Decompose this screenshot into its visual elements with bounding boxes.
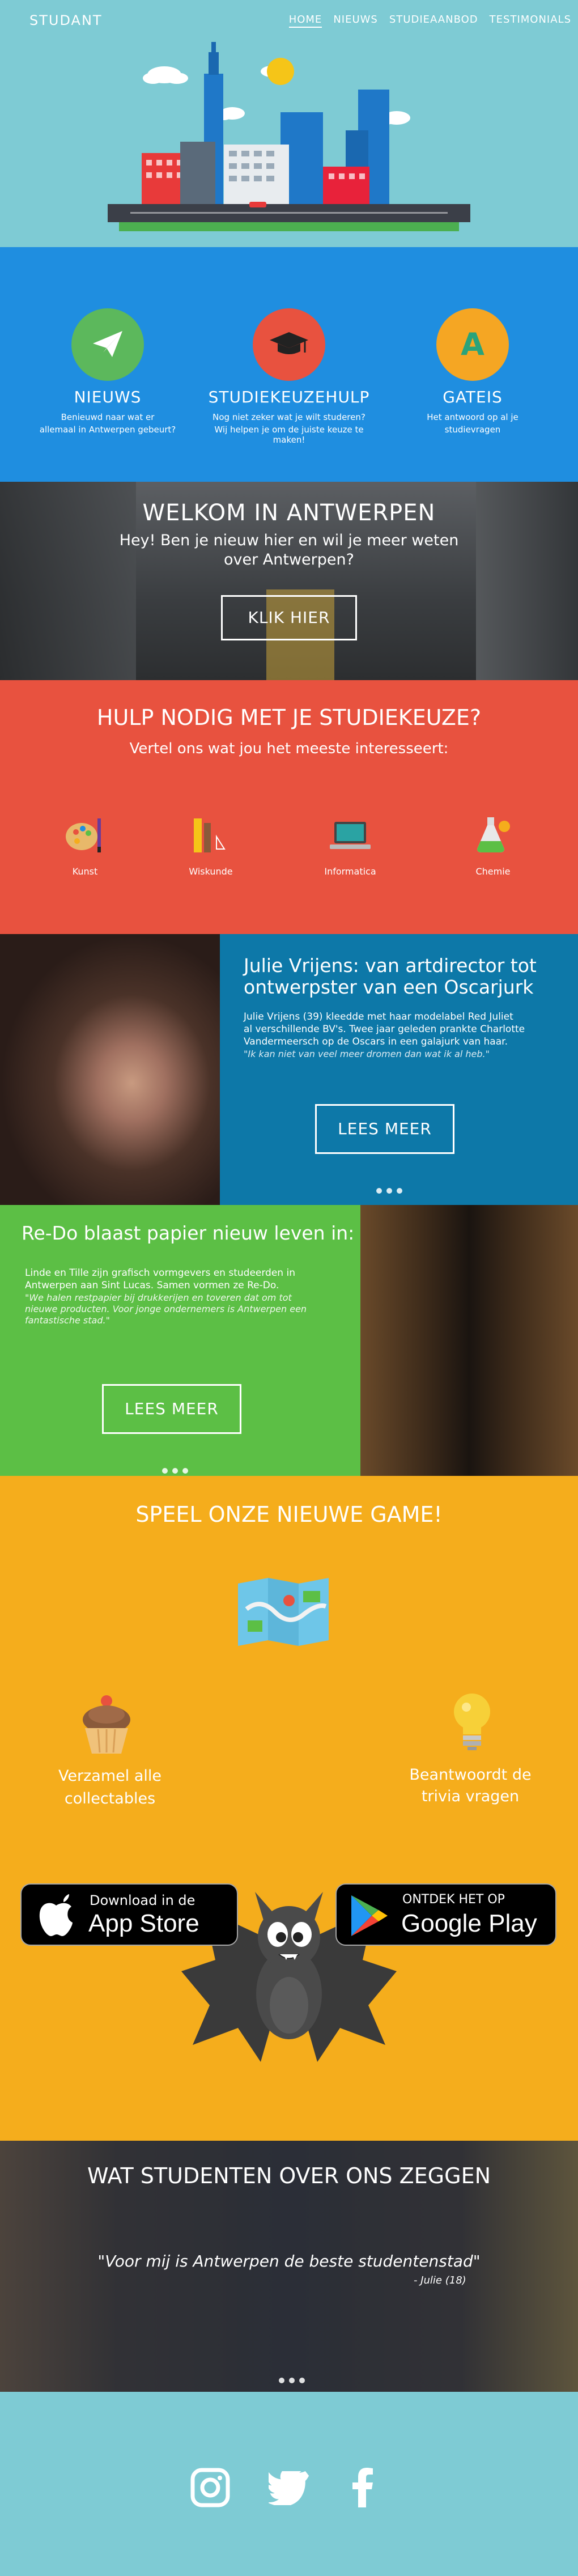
welcome-line2: over Antwerpen? bbox=[224, 551, 354, 568]
feature-line1: Nog niet zeker wat je wilt studeren? bbox=[212, 412, 366, 422]
welcome-title: WELKOM IN ANTWERPEN bbox=[142, 500, 436, 526]
story2-quote-1: "We halen restpapier bij drukkerijen en … bbox=[25, 1292, 292, 1303]
nav-home[interactable]: HOME bbox=[288, 14, 322, 28]
interest-chemie[interactable]: Chemie bbox=[453, 815, 533, 883]
collect-text-1: Verzamel alle bbox=[58, 1767, 162, 1785]
app-store-big-text: App Store bbox=[88, 1909, 199, 1937]
google-play-small-text: ONTDEK HET OP bbox=[402, 1892, 505, 1907]
paper-plane-icon bbox=[93, 331, 122, 357]
story-title-1: Julie Vrijens: van artdirector tot bbox=[244, 954, 537, 977]
feature-circle bbox=[253, 308, 325, 381]
testimonial-quote: "Voor mij is Antwerpen de beste studente… bbox=[97, 2252, 481, 2271]
laptop-icon bbox=[330, 822, 371, 849]
trivia-text-1: Beantwoordt de bbox=[409, 1766, 532, 1784]
map-icon bbox=[238, 1578, 329, 1646]
flask-icon bbox=[477, 817, 510, 852]
testimonial-title: WAT STUDENTEN OVER ONS ZEGGEN bbox=[87, 2163, 491, 2188]
welcome-section: WELKOM IN ANTWERPEN Hey! Ben je nieuw hi… bbox=[0, 482, 578, 680]
google-play-big-text: Google Play bbox=[401, 1909, 537, 1937]
feature-circle bbox=[71, 308, 144, 381]
story2-text-2: Antwerpen aan Sint Lucas. Samen vormen z… bbox=[25, 1280, 279, 1291]
google-play-badge[interactable]: ONTDEK HET OP Google Play bbox=[335, 1883, 556, 1946]
google-play-icon bbox=[351, 1895, 388, 1936]
story2-quote-3: fantastische stad." bbox=[25, 1315, 110, 1326]
footer-section bbox=[0, 2392, 578, 2576]
story-text-3: Vandermeersch op de Oscars in een galaju… bbox=[244, 1036, 508, 1047]
interest-label: Chemie bbox=[475, 866, 511, 877]
facebook-icon[interactable] bbox=[351, 2468, 374, 2507]
hero-section: STUDANT HOME NIEUWS STUDIEAANBOD TESTIMO… bbox=[0, 0, 578, 247]
graduation-cap-icon bbox=[270, 332, 308, 354]
brand-logo[interactable]: STUDANT bbox=[29, 12, 103, 28]
interest-label: Informatica bbox=[324, 866, 376, 877]
feature-line1: Benieuwd naar wat er bbox=[61, 412, 155, 422]
welcome-line1: Hey! Ben je nieuw hier en wil je meer we… bbox=[119, 532, 459, 549]
help-title: HULP NODIG MET JE STUDIEKEUZE? bbox=[96, 705, 482, 730]
carousel-dots-3[interactable] bbox=[279, 2378, 305, 2383]
testimonial-author: - Julie (18) bbox=[414, 2274, 466, 2286]
lightbulb-icon bbox=[454, 1694, 490, 1750]
story2-quote-2: nieuwe producten. Voor jonge ondernemers… bbox=[25, 1304, 307, 1314]
story-text-1: Julie Vrijens (39) kleedde met haar mode… bbox=[244, 1011, 513, 1022]
palette-icon bbox=[66, 818, 101, 852]
ruler-icon bbox=[194, 818, 228, 852]
interest-label: Kunst bbox=[72, 866, 98, 877]
feature-title: STUDIEKEUZEHULP bbox=[208, 388, 370, 406]
feature-nieuws[interactable]: NIEUWS Benieuwd naar wat er allemaal in An… bbox=[23, 308, 193, 456]
feature-circle: A bbox=[436, 308, 509, 381]
carousel-dots-2[interactable] bbox=[162, 1468, 188, 1474]
feature-line2: studievragen bbox=[444, 425, 501, 435]
feature-gateis[interactable]: A GATEIS Het antwoord op al je studievragen bbox=[388, 308, 558, 456]
story-title-2: ontwerpster van een Oscarjurk bbox=[244, 976, 534, 998]
help-subtitle: Vertel ons wat jou het meeste interessee… bbox=[129, 740, 449, 757]
app-store-badge[interactable]: Download in de App Store bbox=[20, 1883, 238, 1946]
story-redo-section: Re-Do blaast papier nieuw leven in: Lind… bbox=[0, 1205, 578, 1476]
instagram-icon[interactable] bbox=[190, 2468, 230, 2507]
story2-title: Re-Do blaast papier nieuw leven in: bbox=[22, 1222, 355, 1244]
interest-label: Wiskunde bbox=[189, 866, 233, 877]
collect-text-2: collectables bbox=[64, 1790, 156, 1807]
read-more-button-redo[interactable]: LEES MEER bbox=[102, 1384, 241, 1434]
julie-photo bbox=[0, 934, 220, 1205]
main-nav: HOME NIEUWS STUDIEAANBOD TESTIMONIALS bbox=[288, 14, 571, 28]
game-section: SPEEL ONZE NIEUWE GAME! Verzamel alle co… bbox=[0, 1476, 578, 2141]
click-here-button[interactable]: KLIK HIER bbox=[221, 595, 357, 640]
trivia-text-2: trivia vragen bbox=[421, 1788, 520, 1805]
feature-title: GATEIS bbox=[443, 388, 503, 406]
nav-nieuws[interactable]: NIEUWS bbox=[333, 14, 378, 28]
feature-studiekeuzehulp[interactable]: STUDIEKEUZEHULP Nog niet zeker wat je wil… bbox=[204, 308, 374, 456]
story-julie-section: Julie Vrijens: van artdirector tot ontwe… bbox=[0, 934, 578, 1205]
nav-testimonials[interactable]: TESTIMONIALS bbox=[490, 14, 571, 28]
feature-title: NIEUWS bbox=[74, 388, 142, 406]
game-title: SPEEL ONZE NIEUWE GAME! bbox=[135, 1502, 443, 1527]
feature-line2: allemaal in Antwerpen gebeurt? bbox=[39, 425, 176, 435]
help-section: HULP NODIG MET JE STUDIEKEUZE? Vertel on… bbox=[0, 680, 578, 934]
feature-line1: Het antwoord op al je bbox=[427, 412, 518, 422]
story2-text-1: Linde en Tille zijn grafisch vormgevers … bbox=[25, 1267, 295, 1279]
testimonial-section: WAT STUDENTEN OVER ONS ZEGGEN "Voor mij … bbox=[0, 2141, 578, 2392]
features-section: NIEUWS Benieuwd naar wat er allemaal in An… bbox=[0, 247, 578, 482]
svg-text:A: A bbox=[461, 326, 484, 362]
story-text-2: al verschillende BV's. Twee jaar geleden… bbox=[244, 1024, 525, 1035]
interest-kunst[interactable]: Kunst bbox=[45, 815, 125, 883]
story-quote: "Ik kan niet van veel meer dromen dan wa… bbox=[244, 1049, 490, 1059]
carousel-dots[interactable] bbox=[376, 1188, 402, 1194]
twitter-icon[interactable] bbox=[269, 2471, 309, 2505]
read-more-button-julie[interactable]: LEES MEER bbox=[315, 1104, 454, 1154]
feature-line2: Wij helpen je om de juiste keuze te make… bbox=[214, 425, 364, 445]
nav-studieaanbod[interactable]: STUDIEAANBOD bbox=[389, 14, 478, 28]
library-photo bbox=[360, 1205, 578, 1476]
interest-wiskunde[interactable]: Wiskunde bbox=[171, 815, 250, 883]
city-illustration bbox=[108, 42, 470, 231]
app-store-small-text: Download in de bbox=[90, 1892, 196, 1908]
cupcake-icon bbox=[83, 1695, 130, 1754]
interest-informatica[interactable]: Informatica bbox=[311, 815, 390, 883]
apple-icon bbox=[39, 1894, 73, 1936]
letter-a-icon: A bbox=[461, 326, 484, 362]
